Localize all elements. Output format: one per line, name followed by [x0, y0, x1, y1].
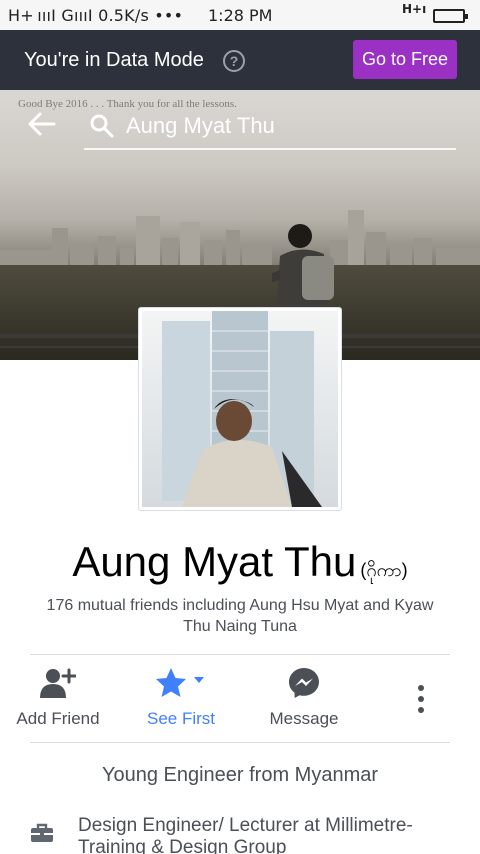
divider — [30, 654, 450, 655]
network-type: H+ı — [402, 2, 427, 16]
messenger-icon — [289, 668, 319, 698]
profile-name: Aung Myat Thu — [72, 538, 357, 585]
profile-photo — [162, 311, 322, 507]
search-input[interactable]: Aung Myat Thu — [126, 113, 275, 139]
add-friend-label: Add Friend — [16, 709, 100, 728]
search-icon[interactable] — [90, 114, 114, 138]
go-to-free-button[interactable]: Go to Free — [353, 40, 457, 79]
bio-text: Young Engineer from Myanmar — [101, 764, 379, 786]
status-bar: H+ ıııI GıııI 0.5K/s ••• 1:28 PM H+ı — [0, 0, 480, 30]
briefcase-icon — [31, 823, 53, 842]
see-first-label: See First — [146, 709, 216, 728]
battery-icon — [433, 9, 468, 23]
star-icon — [156, 668, 204, 697]
add-friend-button[interactable]: Add Friend — [8, 665, 108, 729]
cover-caption: Good Bye 2016 . . . Thank you for all th… — [18, 98, 237, 110]
alternate-name: (ဂိုကာ) — [360, 560, 408, 580]
clock: 1:28 PM — [208, 6, 273, 25]
message-label: Message — [269, 709, 339, 728]
search-underline — [84, 148, 456, 150]
see-first-button[interactable]: See First — [131, 665, 231, 729]
more-vertical-icon — [418, 685, 424, 713]
work-info[interactable]: Design Engineer/ Lecturer at Millimetre-… — [78, 815, 468, 854]
data-mode-banner: You're in Data Mode ? Go to Free — [0, 30, 480, 90]
more-button[interactable] — [406, 684, 436, 719]
message-button[interactable]: Message — [254, 665, 354, 729]
signal-status: H+ ıııI GıııI 0.5K/s ••• — [8, 6, 184, 25]
mutual-friends[interactable]: 176 mutual friends including Aung Hsu My… — [40, 595, 440, 637]
profile-picture[interactable] — [138, 307, 342, 511]
back-arrow-icon[interactable] — [28, 112, 56, 136]
profile-name-row: Aung Myat Thu (ဂိုကာ) — [0, 538, 480, 586]
question-circle-icon[interactable]: ? — [223, 50, 245, 72]
add-friend-icon — [40, 668, 76, 698]
divider — [30, 742, 450, 743]
data-mode-text: You're in Data Mode — [24, 49, 204, 71]
